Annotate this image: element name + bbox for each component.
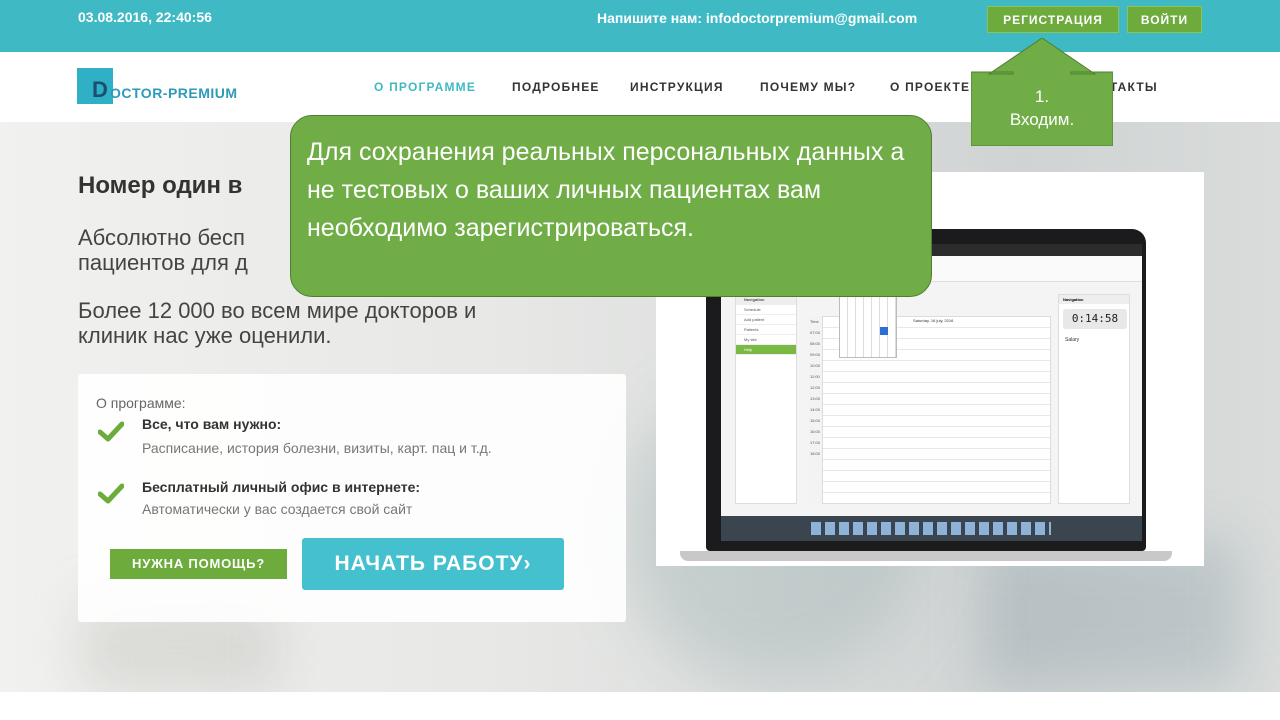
bottom-band xyxy=(0,692,1280,720)
time-label: 07:00 xyxy=(810,330,821,335)
screen-right-title: Navigation xyxy=(1059,295,1129,304)
nav-item-why-us[interactable]: ПОЧЕМУ МЫ? xyxy=(760,80,856,94)
screen-sidebar-item: Add patient xyxy=(736,315,796,325)
screen-sidebar-item: Help xyxy=(736,345,796,355)
logo-text[interactable]: OCTOR-PREMIUM xyxy=(110,85,238,101)
time-label: 17:00 xyxy=(810,440,821,445)
time-label: 16:00 xyxy=(810,429,821,434)
laptop-base xyxy=(680,551,1172,561)
time-label: 15:00 xyxy=(810,418,821,423)
screen-sidebar-item: Schedule xyxy=(736,305,796,315)
nav-item-about-project[interactable]: О ПРОЕКТЕ xyxy=(890,80,970,94)
checkmark-icon xyxy=(98,421,124,442)
login-button[interactable]: ВОЙТИ xyxy=(1127,6,1202,33)
hero-stat-line2: клиник нас уже оценили. xyxy=(78,323,332,348)
checkmark-icon xyxy=(98,483,124,504)
hero-stat-line1: Более 12 000 во всем мире докторов и xyxy=(78,298,477,323)
feature-description: Автоматически у вас создается свой сайт xyxy=(142,501,413,517)
chevron-right-icon: › xyxy=(523,552,532,575)
screen-right-panel: Navigation 0:14:58 Salary xyxy=(1058,294,1130,504)
instruction-callout-text: Для сохранения реальных персональных дан… xyxy=(307,138,905,242)
nav-item-details[interactable]: ПОДРОБНЕЕ xyxy=(512,80,600,94)
time-label: 13:00 xyxy=(810,396,821,401)
feature-title: Бесплатный личный офис в интернете: xyxy=(142,479,421,495)
screen-sidebar: Navigation Schedule Add patient Patients… xyxy=(735,294,797,504)
contact-email[interactable]: Напишите нам: infodoctorpremium@gmail.co… xyxy=(597,10,917,26)
need-help-button[interactable]: НУЖНА ПОМОЩЬ? xyxy=(110,549,287,579)
time-label: 08:00 xyxy=(810,341,821,346)
time-label: 18:00 xyxy=(810,451,821,456)
time-label: 11:00 xyxy=(810,374,820,379)
feature-title: Все, что вам нужно: xyxy=(142,416,282,432)
screen-time-column: Time 07:00 08:00 09:00 10:00 11:00 12:00… xyxy=(809,316,823,504)
screen-calendar xyxy=(839,296,897,358)
time-label: Time xyxy=(810,319,819,324)
screen-clock: 0:14:58 xyxy=(1063,309,1127,329)
logo-letter: D xyxy=(92,77,108,102)
register-button[interactable]: РЕГИСТРАЦИЯ xyxy=(987,6,1119,33)
start-work-button[interactable]: НАЧАТЬ РАБОТУ› xyxy=(302,538,564,590)
time-label: 12:00 xyxy=(810,385,821,390)
time-label: 09:00 xyxy=(810,352,821,357)
screen-dock xyxy=(721,516,1142,541)
screen-right-item: Salary xyxy=(1065,337,1080,343)
features-card-label: О программе: xyxy=(96,395,186,411)
feature-description: Расписание, история болезни, визиты, кар… xyxy=(142,440,492,456)
hero-headline: Номер один в xyxy=(78,172,243,199)
screen-day-title: Saturday, 16 july, 2016 xyxy=(913,318,954,323)
nav-item-about-program[interactable]: О ПРОГРАММЕ xyxy=(374,80,476,94)
nav-item-instructions[interactable]: ИНСТРУКЦИЯ xyxy=(630,80,724,94)
hero-stat: Более 12 000 во всем мире докторов и кли… xyxy=(78,298,618,348)
time-label: 10:00 xyxy=(810,363,821,368)
start-work-label: НАЧАТЬ РАБОТУ xyxy=(334,552,524,575)
arrow-callout-label: Входим. xyxy=(1009,110,1075,129)
arrow-callout-step: 1. xyxy=(1034,87,1050,106)
screen-sidebar-item: My site xyxy=(736,335,796,345)
selected-date xyxy=(880,327,888,335)
arrow-callout-text: 1. Входим. xyxy=(991,85,1093,131)
datetime-text: 03.08.2016, 22:40:56 xyxy=(78,9,212,25)
time-label: 14:00 xyxy=(810,407,821,412)
dock-icons xyxy=(811,522,1051,535)
screen-sidebar-item: Patients xyxy=(736,325,796,335)
